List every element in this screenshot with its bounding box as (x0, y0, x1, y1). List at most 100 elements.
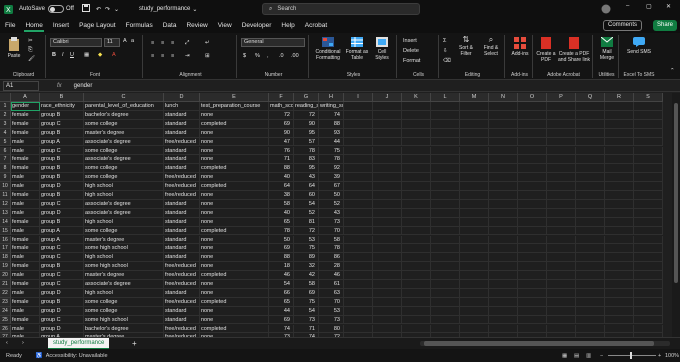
cell[interactable] (634, 155, 663, 165)
tab-acrobat[interactable]: Acrobat (300, 18, 332, 33)
cell[interactable] (547, 217, 576, 227)
cell[interactable] (576, 235, 605, 245)
cell[interactable]: 58 (269, 199, 294, 209)
undo-icon[interactable]: ↶ (96, 6, 101, 13)
cell[interactable] (344, 199, 373, 209)
hscroll-thumb[interactable] (424, 341, 654, 346)
cell[interactable]: male (11, 271, 40, 280)
cell[interactable] (344, 173, 373, 183)
cell[interactable]: group C (40, 271, 84, 280)
cell[interactable]: 73 (294, 315, 319, 325)
close-icon[interactable]: ✕ (666, 3, 671, 10)
cell[interactable]: high school (84, 253, 164, 263)
cell[interactable] (576, 288, 605, 298)
cell[interactable] (634, 324, 663, 334)
page-break-icon[interactable]: ▥ (586, 353, 591, 359)
cell[interactable]: group B (40, 128, 84, 138)
cell[interactable] (489, 324, 518, 334)
cell[interactable] (373, 253, 402, 263)
cell[interactable] (634, 199, 663, 209)
cell[interactable] (605, 199, 634, 209)
cell[interactable]: 71 (294, 324, 319, 334)
zoom-level[interactable]: 100% (665, 353, 679, 359)
column-header-l[interactable]: L (431, 93, 460, 102)
cell[interactable] (547, 297, 576, 307)
cell[interactable]: female (11, 235, 40, 245)
cell[interactable]: some college (84, 173, 164, 183)
minimize-icon[interactable]: – (626, 3, 629, 9)
cell[interactable] (402, 253, 431, 263)
cell[interactable]: standard (164, 199, 200, 209)
column-header-h[interactable]: H (319, 93, 344, 102)
cell[interactable]: female (11, 244, 40, 254)
cell[interactable] (547, 199, 576, 209)
cell[interactable] (489, 146, 518, 156)
cell[interactable]: 88 (269, 253, 294, 263)
cell[interactable]: 50 (269, 235, 294, 245)
cell[interactable] (576, 173, 605, 183)
row-header[interactable]: 9 (0, 173, 11, 183)
cell[interactable]: female (11, 119, 40, 129)
cell[interactable] (605, 208, 634, 218)
cell[interactable] (518, 146, 547, 156)
tab-data[interactable]: Data (158, 18, 182, 33)
paste-button[interactable]: Paste (6, 37, 22, 59)
cell[interactable]: free/reduced (164, 262, 200, 272)
cell[interactable]: free/reduced (164, 297, 200, 307)
row-header[interactable]: 3 (0, 119, 11, 129)
cell[interactable] (518, 306, 547, 316)
tab-page-layout[interactable]: Page Layout (74, 18, 121, 33)
cell[interactable]: 74 (319, 110, 344, 120)
cell[interactable] (402, 191, 431, 200)
cell[interactable] (605, 119, 634, 129)
cell[interactable] (489, 102, 518, 111)
create-pdf-share-button[interactable]: Create a PDF and Share link (557, 37, 591, 63)
cell[interactable] (518, 173, 547, 183)
row-header[interactable]: 1 (0, 102, 11, 111)
cell[interactable] (344, 208, 373, 218)
cell[interactable]: group C (40, 199, 84, 209)
cell[interactable] (402, 315, 431, 325)
cell[interactable] (576, 253, 605, 263)
cell[interactable]: group B (40, 164, 84, 174)
cell[interactable] (634, 191, 663, 200)
cell[interactable]: 58 (294, 280, 319, 289)
row-header[interactable]: 23 (0, 297, 11, 307)
cell[interactable] (547, 128, 576, 138)
align-top-icon[interactable]: ≡ (151, 40, 154, 46)
cell[interactable] (460, 324, 489, 334)
cell[interactable] (373, 137, 402, 147)
cell[interactable] (373, 119, 402, 129)
cell[interactable] (460, 182, 489, 191)
cell[interactable] (460, 315, 489, 325)
cell[interactable] (431, 155, 460, 165)
cell[interactable] (431, 315, 460, 325)
cell[interactable] (518, 128, 547, 138)
next-sheet-icon[interactable]: › (22, 340, 24, 346)
cell[interactable]: 88 (269, 164, 294, 174)
cell[interactable]: 88 (319, 119, 344, 129)
cell[interactable]: female (11, 110, 40, 120)
cell[interactable] (518, 244, 547, 254)
cell[interactable]: associate's degree (84, 208, 164, 218)
row-header[interactable]: 18 (0, 253, 11, 263)
increase-decimal-icon[interactable]: .0 (279, 53, 284, 59)
cell[interactable]: none (200, 146, 269, 156)
cell[interactable] (431, 262, 460, 272)
cell[interactable] (634, 235, 663, 245)
cell[interactable]: group B (40, 155, 84, 165)
cell[interactable]: master's degree (84, 235, 164, 245)
cell[interactable] (605, 137, 634, 147)
cell[interactable] (518, 271, 547, 280)
cell[interactable]: group A (40, 235, 84, 245)
cell[interactable] (518, 297, 547, 307)
cell[interactable]: standard (164, 217, 200, 227)
cell[interactable]: male (11, 146, 40, 156)
cell[interactable]: 74 (269, 324, 294, 334)
cell[interactable] (460, 262, 489, 272)
cell[interactable] (634, 306, 663, 316)
tab-view[interactable]: View (213, 18, 237, 33)
cell[interactable]: standard (164, 306, 200, 316)
cell[interactable] (373, 271, 402, 280)
cell[interactable]: 52 (294, 208, 319, 218)
